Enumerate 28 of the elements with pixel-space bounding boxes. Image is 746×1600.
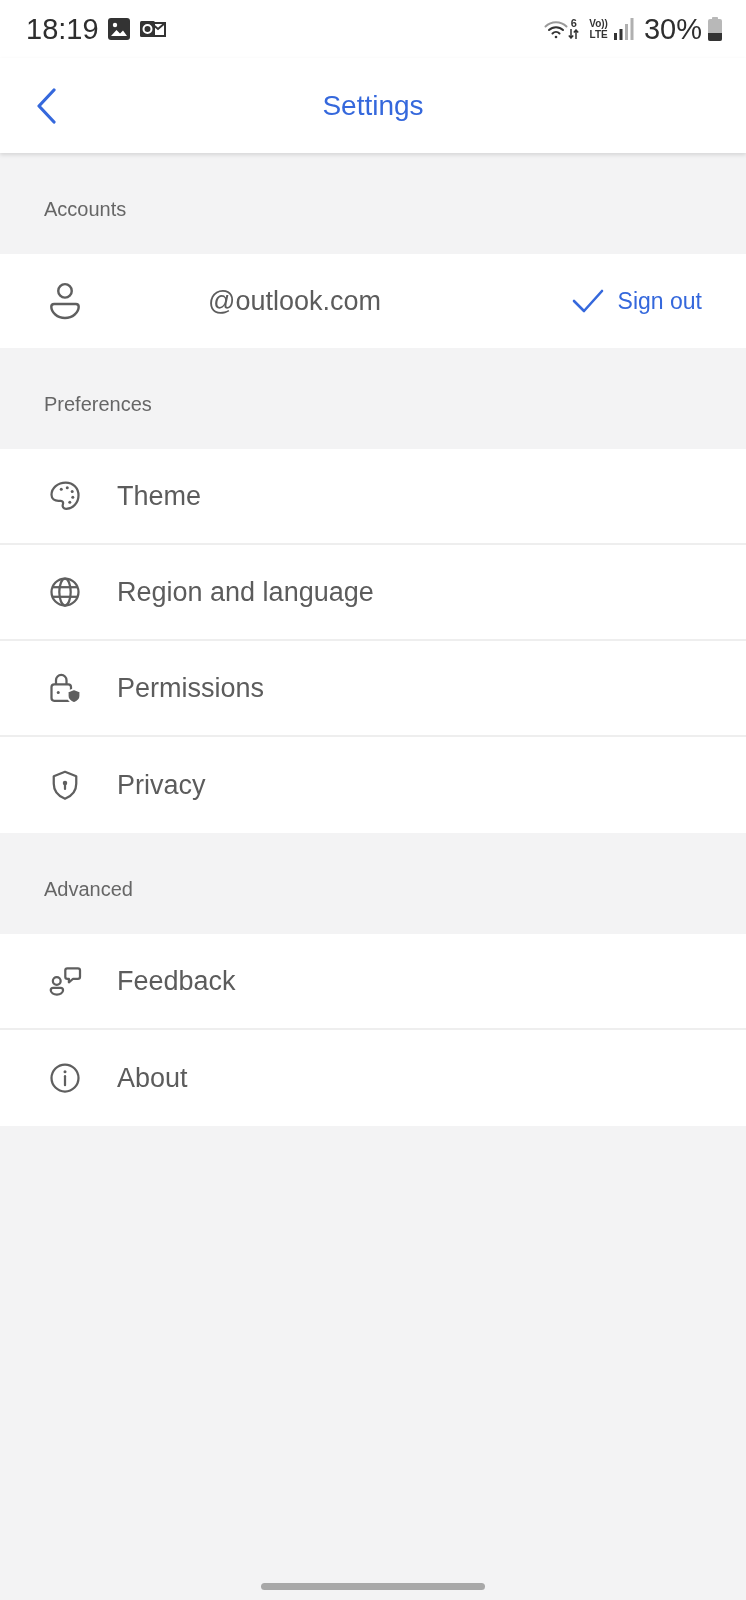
section-header: Accounts <box>44 196 127 222</box>
wifi-icon <box>544 18 569 40</box>
battery-icon <box>708 17 722 41</box>
mail-app-icon <box>138 18 167 40</box>
data-arrows-icon <box>568 29 580 39</box>
section-header: Advanced <box>44 876 133 902</box>
person-icon <box>50 282 80 320</box>
globe-icon <box>47 574 83 610</box>
settings-item[interactable]: Permissions <box>0 641 746 737</box>
volte-label: Vo)) <box>589 18 608 29</box>
sign-out-button[interactable]: Sign out <box>571 277 702 325</box>
wifi-standard-label: 6 <box>570 18 577 29</box>
settings-item[interactable]: Feedback <box>0 934 746 1030</box>
status-time: 18:19 <box>26 14 99 44</box>
settings-item[interactable]: About <box>0 1030 746 1126</box>
lte-label: LTE <box>589 29 608 40</box>
check-icon <box>571 289 604 313</box>
settings-item[interactable]: Privacy <box>0 737 746 833</box>
battery-percentage: 30% <box>643 14 702 44</box>
back-icon <box>36 87 56 124</box>
image-icon <box>107 18 130 40</box>
settings-item[interactable]: Region and language <box>0 545 746 641</box>
section-header: Preferences <box>44 391 152 417</box>
info-icon <box>47 1060 83 1096</box>
settings-item[interactable]: Theme <box>0 449 746 545</box>
signal-icon <box>613 18 634 40</box>
account-email: @outlook.com <box>208 284 382 318</box>
page-title: Settings <box>322 88 424 123</box>
